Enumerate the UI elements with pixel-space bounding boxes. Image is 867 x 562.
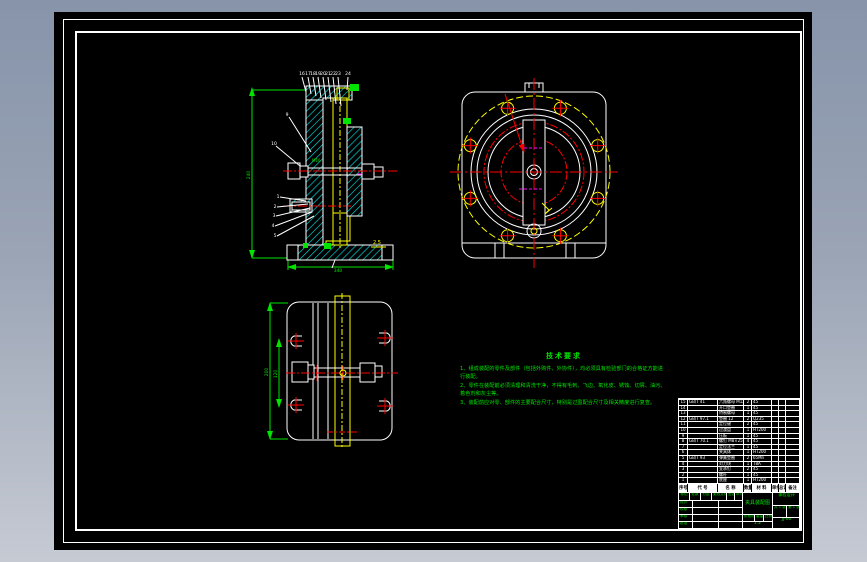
- tb-company: 课程设计: [773, 493, 800, 506]
- tb-design-date: [719, 500, 743, 508]
- tb-audit: 审核: [679, 514, 693, 522]
- tb-drawing-no: JJ-00: [781, 517, 792, 522]
- tb-check: 校核: [679, 507, 693, 515]
- tb-approve-sign: [693, 521, 719, 529]
- tb-approve-date: [719, 521, 743, 529]
- tb-audit-sign: [693, 514, 719, 522]
- tb-sheets: 共 1 张: [773, 505, 787, 518]
- tb-mark: 标记: [679, 492, 690, 501]
- tb-check-sign: [693, 507, 719, 515]
- tb-stage: 阶段标记: [743, 514, 755, 522]
- tb-date: 年月日: [735, 492, 743, 501]
- title-block: 1 底座 1 HT200 2 螺杆 1 45 3 支承钉 2 45 4 对刀块 …: [678, 398, 800, 530]
- tb-design: 设计: [679, 500, 693, 508]
- tb-scale: 比例: [764, 514, 773, 522]
- cad-viewport: 240 340 M16 2.5 16 17 18 19 20 21 22 23 …: [0, 0, 867, 562]
- tb-change-no: 更改文件号: [712, 492, 727, 501]
- tb-design-sign: [693, 500, 719, 508]
- tb-count: 处数: [690, 492, 701, 501]
- tb-zone: 分区: [701, 492, 712, 501]
- tech-req-item: 3、装配前应对零、部件的主要配合尺寸，特别是过盈配合尺寸及相关精度进行复查。: [460, 400, 656, 407]
- tb-sign: 签名: [727, 492, 735, 501]
- tb-weight: 重量: [755, 514, 764, 522]
- tb-sheet-no: 第 1 张: [787, 506, 800, 518]
- technical-requirements: 技术要求 1、组成装配的零件及部件（包括外购件、外协件），均必须具有检验部门的合…: [460, 351, 668, 408]
- tb-approve: 批准: [679, 521, 693, 529]
- technical-requirements-title: 技术要求: [546, 352, 582, 360]
- title-block-grid: 标记 处数 分区 更改文件号 签名 年月日 设计 校核 审核 批准 夹具装配图 …: [679, 491, 800, 530]
- tech-req-item: 2、零件在装配前必须清理和清洗干净，不得有毛刺、飞边、氧化皮、锈蚀、切屑、油污、…: [460, 383, 666, 398]
- parts-list: 1 底座 1 HT200 2 螺杆 1 45 3 支承钉 2 45 4 对刀块 …: [679, 399, 799, 483]
- tb-drawing-name: 夹具装配图: [743, 492, 773, 515]
- tb-check-date: [719, 507, 743, 515]
- tech-req-item: 1、组成装配的零件及部件（包括外购件、外协件），均必须具有检验部门的合格证方能进…: [460, 366, 664, 381]
- tb-scale-value: 1:2: [743, 521, 773, 530]
- technical-requirements-list: 1、组成装配的零件及部件（包括外购件、外协件），均必须具有检验部门的合格证方能进…: [460, 365, 668, 407]
- parts-list-header: 序号 代 号 名 称 数量 材 料 单件 总计 备注: [679, 482, 799, 492]
- tb-audit-date: [719, 514, 743, 522]
